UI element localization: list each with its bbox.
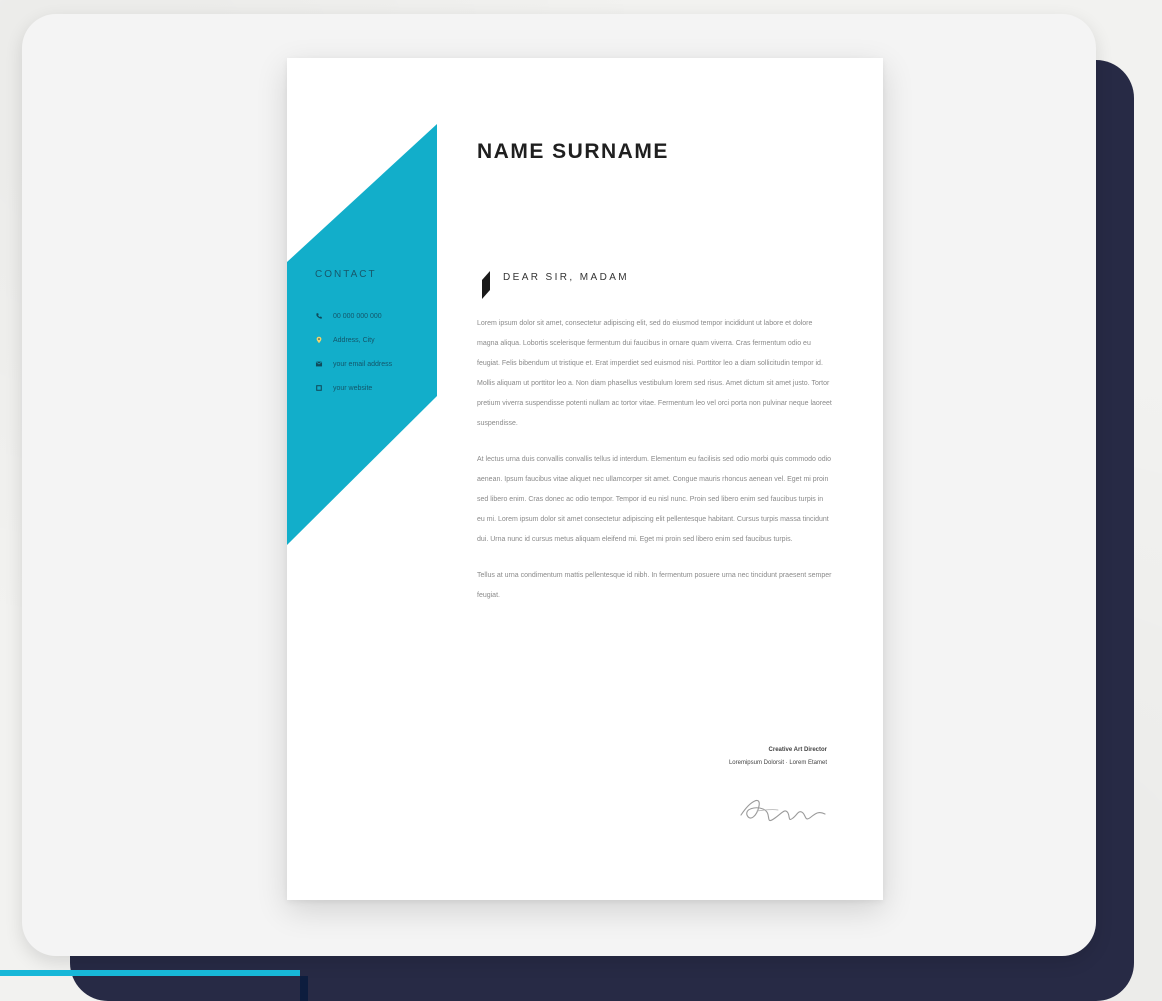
contact-sidebar-panel <box>287 124 437 545</box>
contact-heading: CONTACT <box>315 269 377 280</box>
bottom-accent-blue <box>0 970 300 976</box>
paragraph-3: Tellus at urna condimentum mattis pellen… <box>477 572 832 599</box>
contact-list: 00 000 000 000 Address, City your email … <box>315 304 435 400</box>
signer-title: Creative Art Director <box>768 747 827 753</box>
signer-company: Loremipsum Dolorsit · Lorem Etamet <box>728 760 827 766</box>
letterhead-document: NAME SURNAME CONTACT 00 000 000 000 Addr… <box>287 58 883 900</box>
contact-item-email: your email address <box>315 352 435 376</box>
name-title: NAME SURNAME <box>477 140 669 163</box>
email-text: your email address <box>333 360 393 368</box>
screenshot: { "page": { "background": "#f2f2f0", "ba… <box>0 0 1162 1001</box>
contact-item-address: Address, City <box>315 328 435 352</box>
paragraph-2: At lectus urna duis convallis convallis … <box>477 456 832 543</box>
address-text: Address, City <box>333 336 375 344</box>
handwritten-signature <box>740 799 826 822</box>
location-pin-icon <box>315 336 323 344</box>
contact-item-phone: 00 000 000 000 <box>315 304 435 328</box>
website-icon <box>315 384 323 392</box>
greeting-accent-icon <box>482 271 490 299</box>
contact-item-website: your website <box>315 376 435 400</box>
phone-text: 00 000 000 000 <box>333 312 382 320</box>
letter-body: Lorem ipsum dolor sit amet, consectetur … <box>477 314 832 622</box>
email-icon <box>315 360 323 368</box>
paragraph-1: Lorem ipsum dolor sit amet, consectetur … <box>477 320 832 427</box>
phone-icon <box>315 312 323 320</box>
signature-block: Creative Art Director Loremipsum Dolorsi… <box>657 744 827 770</box>
bottom-accent-navy <box>300 976 308 1001</box>
website-text: your website <box>333 384 373 392</box>
greeting: DEAR SIR, MADAM <box>503 272 630 283</box>
